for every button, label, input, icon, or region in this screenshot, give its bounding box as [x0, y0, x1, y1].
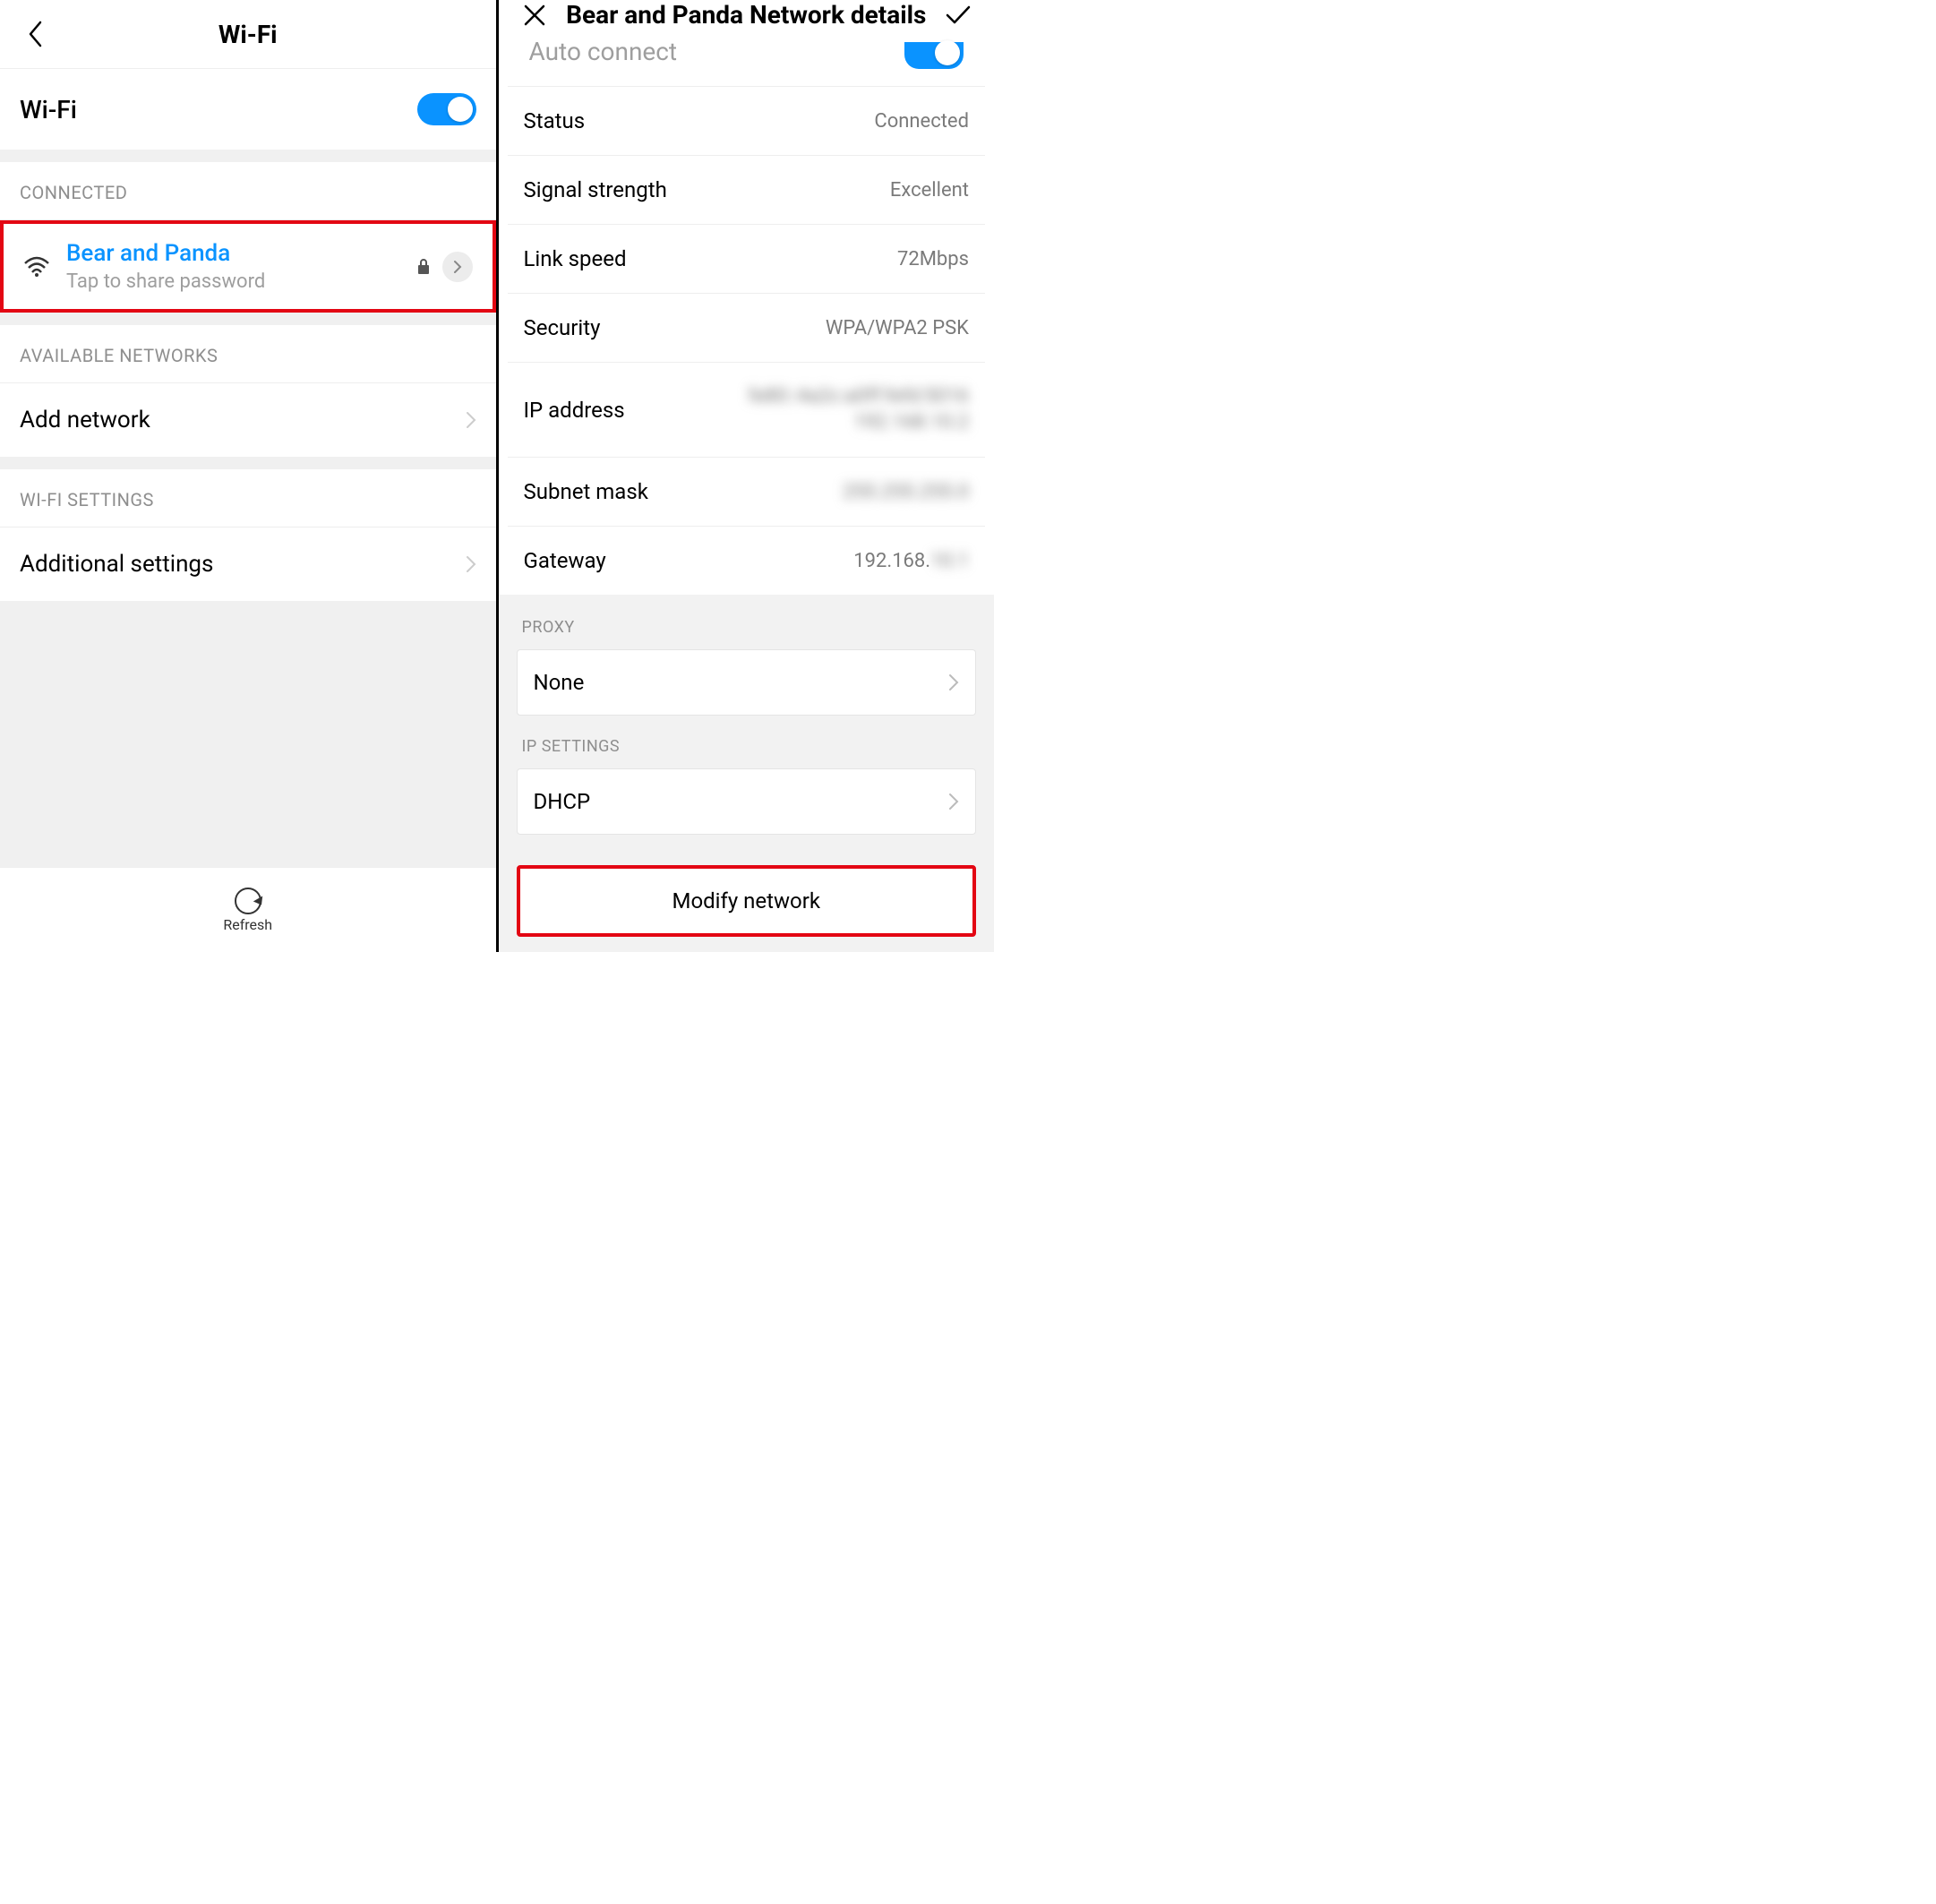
close-button[interactable] — [517, 4, 553, 27]
gateway-row: Gateway 192.168.10.1 — [508, 527, 986, 595]
wifi-settings-section-header: WI-FI SETTINGS — [0, 469, 496, 527]
ip-address-row: IP address fe80::4a2c:a0ff:fefd:5016 192… — [508, 363, 986, 458]
additional-settings-row[interactable]: Additional settings — [0, 527, 496, 601]
ip-settings-select[interactable]: DHCP — [517, 768, 977, 835]
security-row: Security WPA/WPA2 PSK — [508, 294, 986, 363]
auto-connect-toggle[interactable] — [904, 42, 964, 69]
chevron-right-icon — [466, 555, 476, 573]
available-section-header: AVAILABLE NETWORKS — [0, 325, 496, 383]
network-subtitle: Tap to share password — [66, 270, 417, 293]
auto-connect-row: Auto connect — [508, 30, 986, 87]
network-details-button[interactable] — [442, 252, 473, 282]
details-header-bar: Bear and Panda Network details — [499, 0, 995, 30]
network-details-pane: Bear and Panda Network details Auto conn… — [496, 0, 995, 952]
proxy-header: PROXY — [517, 613, 977, 649]
wifi-toggle[interactable] — [417, 93, 476, 125]
network-name: Bear and Panda — [66, 240, 417, 267]
ip-settings-header: IP SETTINGS — [517, 716, 977, 768]
signal-row: Signal strength Excellent — [508, 156, 986, 225]
wifi-toggle-row: Wi-Fi — [0, 69, 496, 150]
subnet-row: Subnet mask 255.255.255.0 — [508, 458, 986, 527]
refresh-label: Refresh — [223, 916, 272, 933]
confirm-button[interactable] — [940, 4, 976, 26]
lock-icon — [417, 259, 430, 275]
link-speed-row: Link speed 72Mbps — [508, 225, 986, 294]
wifi-signal-icon — [23, 256, 66, 278]
status-row: Status Connected — [508, 87, 986, 156]
wifi-settings-pane: Wi-Fi Wi-Fi CONNECTED Bear and Panda Tap… — [0, 0, 496, 952]
proxy-section: PROXY None IP SETTINGS DHCP — [499, 595, 995, 862]
proxy-select[interactable]: None — [517, 649, 977, 716]
additional-settings-label: Additional settings — [20, 551, 213, 578]
refresh-button[interactable]: Refresh — [0, 867, 496, 952]
chevron-right-icon — [466, 411, 476, 429]
add-network-label: Add network — [20, 407, 150, 433]
connected-section-header: CONNECTED — [0, 162, 496, 220]
details-title: Bear and Panda Network details — [553, 0, 941, 30]
connected-network-row[interactable]: Bear and Panda Tap to share password — [0, 220, 496, 313]
back-button[interactable] — [18, 20, 54, 48]
modify-network-button[interactable]: Modify network — [517, 865, 977, 937]
refresh-icon — [235, 888, 261, 914]
page-title: Wi-Fi — [54, 20, 442, 49]
add-network-row[interactable]: Add network — [0, 383, 496, 457]
chevron-right-icon — [948, 673, 959, 691]
chevron-right-icon — [948, 793, 959, 810]
wifi-label: Wi-Fi — [20, 95, 77, 124]
header-bar: Wi-Fi — [0, 0, 496, 68]
auto-connect-label: Auto connect — [529, 37, 678, 66]
